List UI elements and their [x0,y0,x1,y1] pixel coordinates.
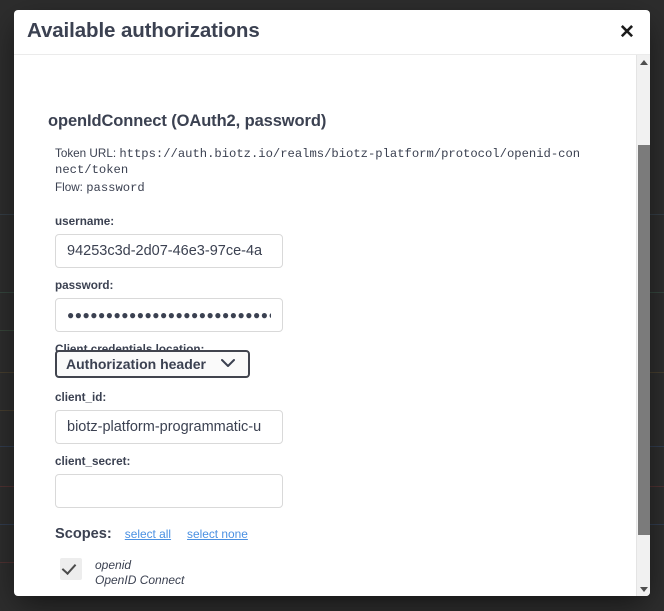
backdrop-hairline [0,446,14,447]
check-icon [61,559,77,576]
client-credentials-location-select[interactable]: Authorization headerRequest body [55,350,250,378]
triangle-up-icon [640,59,648,65]
client-id-input[interactable] [55,410,283,444]
backdrop-hairline [0,214,14,215]
backdrop-hairline [0,410,14,411]
backdrop-hairline [0,524,14,525]
client-secret-input[interactable] [55,474,283,508]
scopes-label: Scopes: [55,526,112,542]
token-url-value: https://auth.biotz.io/realms/biotz-platf… [55,147,581,177]
scope-checkbox-openid[interactable] [60,558,82,580]
backdrop-hairline [0,562,14,563]
modal-header: Available authorizations ✕ [14,10,650,55]
select-all-link[interactable]: select all [125,527,171,541]
available-authorizations-modal: Available authorizations ✕ openIdConnect… [14,10,650,596]
client-secret-label: client_secret: [55,455,131,468]
page-title: Available authorizations [27,19,260,42]
backdrop-hairline [650,372,664,373]
backdrop-hairline [0,372,14,373]
flow-label: Flow: [55,181,83,194]
select-none-link[interactable]: select none [187,527,248,541]
backdrop-hairline [650,214,664,215]
flow-value: password [86,181,145,195]
modal-body: openIdConnect (OAuth2, password) Token U… [14,55,650,596]
scope-name: openid [95,558,132,572]
backdrop-hairline [650,446,664,447]
list-item: openid OpenID Connect [60,558,184,587]
username-label: username: [55,215,115,228]
triangle-down-icon [640,586,648,592]
backdrop-hairline [0,330,14,331]
token-url-label: Token URL: [55,147,117,160]
backdrop-hairline [0,292,14,293]
flow-row: Flow: password [55,180,145,196]
scroll-down-icon[interactable] [637,582,650,596]
scopes-header: Scopes: select all select none [55,526,264,542]
scroll-up-icon[interactable] [637,55,650,69]
username-input[interactable] [55,234,283,268]
client-id-label: client_id: [55,391,107,404]
token-url-row: Token URL: https://auth.biotz.io/realms/… [55,146,585,178]
close-icon[interactable]: ✕ [612,18,642,48]
backdrop-hairline [650,524,664,525]
vertical-scrollbar[interactable] [636,55,650,596]
backdrop-hairline [0,486,14,487]
password-input[interactable] [55,298,283,332]
password-label: password: [55,279,114,292]
backdrop-hairline [650,292,664,293]
security-scheme-heading: openIdConnect (OAuth2, password) [48,112,327,130]
scrollbar-thumb[interactable] [638,145,650,535]
backdrop-hairline [650,486,664,487]
scope-text: openid OpenID Connect [95,558,184,587]
scope-description: OpenID Connect [95,572,185,587]
